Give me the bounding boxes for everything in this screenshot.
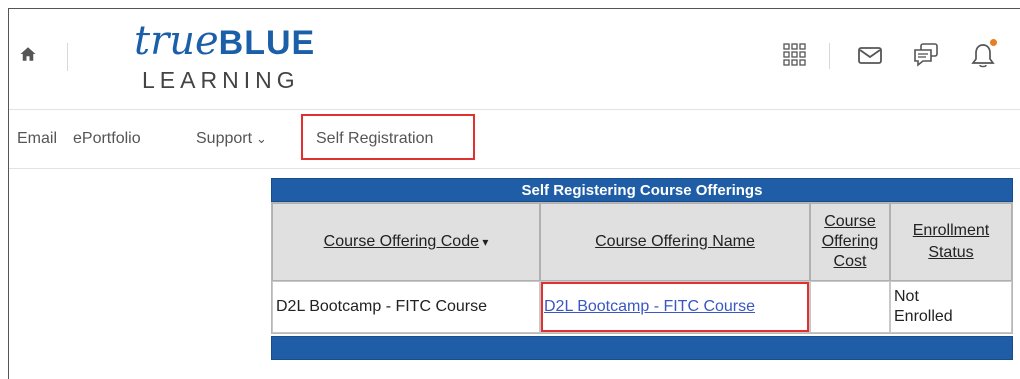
col-header-name[interactable]: Course Offering Name (540, 203, 810, 281)
nav-support-label: Support (196, 130, 253, 147)
waffle-grid-button[interactable] (781, 41, 809, 69)
divider (829, 43, 830, 69)
header: trueBLUE LEARNING (9, 9, 1020, 109)
cost-header-line3: Cost (833, 253, 867, 270)
status-header-line2: Status (928, 244, 974, 261)
navbar: Email ePortfolio Support ⌄ Self Registrat… (9, 109, 1020, 169)
chat-button[interactable] (912, 41, 940, 69)
divider (67, 43, 68, 71)
mail-button[interactable] (856, 41, 884, 69)
cell-offering-name: D2L Bootcamp - FITC Course (540, 281, 810, 333)
cell-enrollment-status: Not Enrolled (890, 281, 1012, 333)
sort-desc-icon: ▾ (478, 235, 489, 249)
col-header-name-label: Course Offering Name (595, 233, 755, 250)
nav-support[interactable]: Support ⌄ (196, 130, 267, 148)
cell-offering-code: D2L Bootcamp - FITC Course (272, 281, 540, 333)
mail-icon (858, 47, 882, 64)
chevron-down-icon: ⌄ (256, 131, 267, 146)
waffle-grid-icon (783, 43, 806, 66)
col-header-code[interactable]: Course Offering Code ▾ (272, 203, 540, 281)
course-link[interactable]: D2L Bootcamp - FITC Course (544, 298, 755, 315)
table-caption: Self Registering Course Offerings (271, 178, 1013, 202)
table-footer-bar (271, 336, 1013, 360)
app-frame: trueBLUE LEARNING Email ePortfolio Suppo… (8, 8, 1020, 379)
notification-dot (990, 39, 997, 46)
home-icon (20, 47, 36, 61)
offerings-grid: Course Offering Code ▾ Course Offering N… (271, 202, 1013, 334)
cost-header-line2: Offering (821, 233, 879, 250)
notifications-button[interactable] (969, 39, 997, 69)
table-row: D2L Bootcamp - FITC Course D2L Bootcamp … (272, 281, 1012, 333)
course-offerings-table: Self Registering Course Offerings Course… (271, 178, 1013, 360)
nav-email[interactable]: Email (17, 130, 57, 148)
cost-header-line1: Course (824, 213, 876, 230)
status-line2: Enrolled (894, 308, 953, 325)
nav-eportfolio[interactable]: ePortfolio (73, 130, 141, 148)
trueblue-logo[interactable]: trueBLUE LEARNING (134, 21, 315, 94)
chat-icon (914, 43, 938, 67)
col-header-cost[interactable]: Course Offering Cost (810, 203, 890, 281)
home-button[interactable] (19, 45, 41, 67)
nav-self-registration[interactable]: Self Registration (316, 130, 433, 148)
status-line1: Not (894, 288, 919, 305)
cell-offering-cost (810, 281, 890, 333)
table-header-row: Course Offering Code ▾ Course Offering N… (272, 203, 1012, 281)
status-header-line1: Enrollment (912, 222, 990, 239)
col-header-code-label: Course Offering Code (323, 233, 479, 250)
col-header-status[interactable]: Enrollment Status (890, 203, 1012, 281)
